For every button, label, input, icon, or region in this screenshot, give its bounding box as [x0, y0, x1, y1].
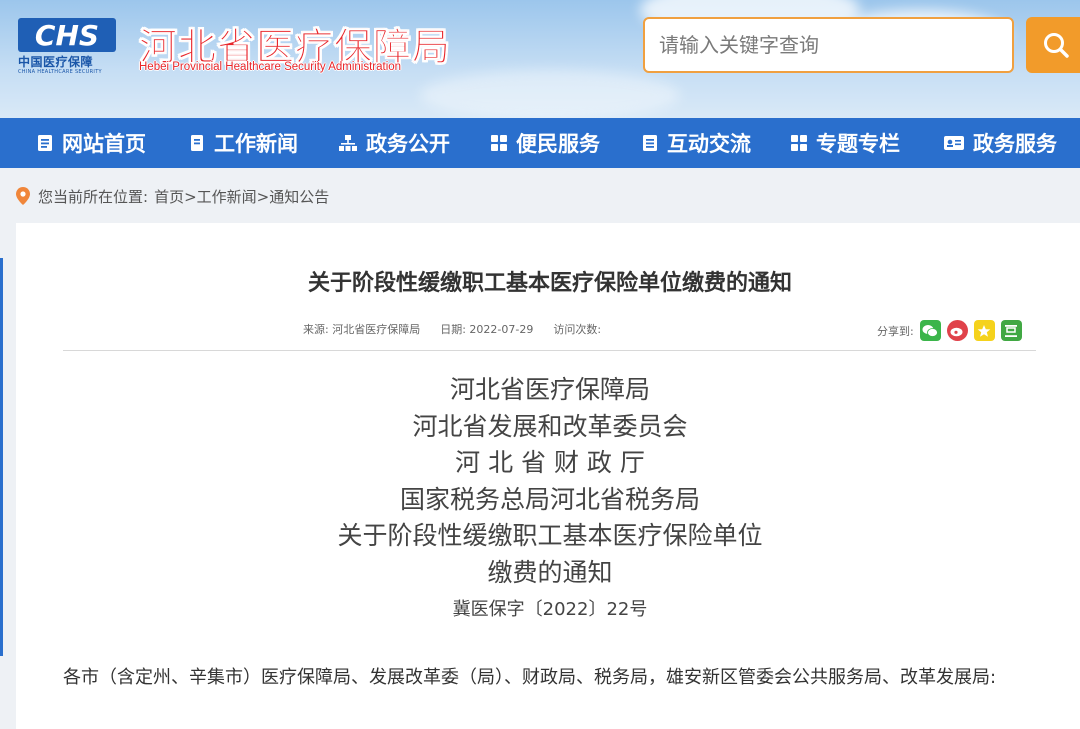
nav-item-convenience-services[interactable]: 便民服务 [490, 118, 600, 168]
nav-item-news[interactable]: 工作新闻 [188, 118, 298, 168]
grid-icon [491, 135, 507, 151]
article-title: 关于阶段性缓缴职工基本医疗保险单位缴费的通知 [307, 271, 792, 296]
weibo-icon[interactable] [946, 320, 968, 341]
douban-icon[interactable] [1000, 320, 1022, 341]
logo-mark-text: CHS [35, 19, 99, 52]
nav-label: 互动交流 [667, 132, 751, 156]
search-button[interactable] [1026, 17, 1080, 73]
article-body: 各市（含定州、辛集市）医疗保障局、发展改革委（局）、财政局、税务局，雄安新区管委… [63, 667, 997, 688]
search-box [643, 17, 1014, 73]
doc-number: 冀医保字〔2022〕22号 [452, 599, 648, 620]
cloud-decoration [420, 70, 680, 118]
chs-logo-icon[interactable]: CHS [18, 18, 116, 52]
nav-label: 工作新闻 [214, 132, 298, 156]
grid-icon [791, 135, 807, 151]
org-tree-icon [339, 135, 357, 151]
share-bar: 分享到: [877, 320, 1022, 341]
meta-visits: 访问次数: [553, 323, 602, 336]
wechat-icon[interactable] [919, 320, 941, 341]
breadcrumb: 您当前所在位置: 首页>工作新闻>通知公告 [16, 184, 329, 208]
doc-title-line: 缴费的通知 [487, 557, 613, 587]
nav-item-interaction[interactable]: 互动交流 [641, 118, 751, 168]
main-nav: 网站首页 工作新闻 政务公开 便民服务 互动交流 专题专栏 政务服务 [0, 118, 1080, 168]
qzone-icon[interactable] [973, 320, 995, 341]
nav-label: 政务服务 [973, 132, 1057, 156]
issuer-line: 河北省医疗保障局 [449, 375, 650, 404]
share-label: 分享到: [877, 324, 914, 338]
document-heading: 河北省医疗保障局 河北省发展和改革委员会 河 北 省 财 政 厅 国家税务总局河… [0, 372, 1080, 625]
home-doc-icon [38, 135, 52, 151]
meta-date: 日期: 2022-07-29 [440, 323, 534, 336]
nav-label: 专题专栏 [816, 132, 900, 156]
logo-en-text: CHINA HEALTHCARE SECURITY [18, 69, 102, 75]
article-meta: 来源: 河北省医疗保障局 日期: 2022-07-29 访问次数: [303, 321, 601, 337]
search-input[interactable] [645, 19, 1012, 71]
nav-label: 网站首页 [62, 132, 146, 156]
location-pin-icon [16, 187, 30, 205]
doc-lines-icon [643, 135, 657, 151]
id-card-icon [944, 136, 964, 150]
bookmark-doc-icon [191, 135, 203, 151]
nav-item-home[interactable]: 网站首页 [36, 118, 146, 168]
nav-item-government-services[interactable]: 政务服务 [943, 118, 1057, 168]
nav-label: 便民服务 [516, 132, 600, 156]
breadcrumb-path[interactable]: 首页>工作新闻>通知公告 [154, 186, 329, 207]
issuer-line: 河北省发展和改革委员会 [412, 411, 688, 441]
logo-cn-text: 中国医疗保障 [18, 55, 94, 69]
breadcrumb-prefix: 您当前所在位置: [38, 187, 149, 206]
issuer-line: 国家税务总局河北省税务局 [399, 484, 700, 514]
doc-title-line: 关于阶段性缓缴职工基本医疗保险单位 [337, 521, 763, 550]
nav-label: 政务公开 [366, 132, 450, 156]
issuer-line: 河 北 省 财 政 厅 [455, 448, 645, 477]
search-icon [1044, 33, 1069, 58]
site-subtitle: Hebei Provincial Healthcare Security Adm… [139, 61, 402, 73]
nav-item-public-affairs[interactable]: 政务公开 [338, 118, 450, 168]
nav-item-special-topics[interactable]: 专题专栏 [790, 118, 900, 168]
meta-source: 来源: 河北省医疗保障局 [303, 323, 421, 336]
title-divider [63, 350, 1036, 351]
